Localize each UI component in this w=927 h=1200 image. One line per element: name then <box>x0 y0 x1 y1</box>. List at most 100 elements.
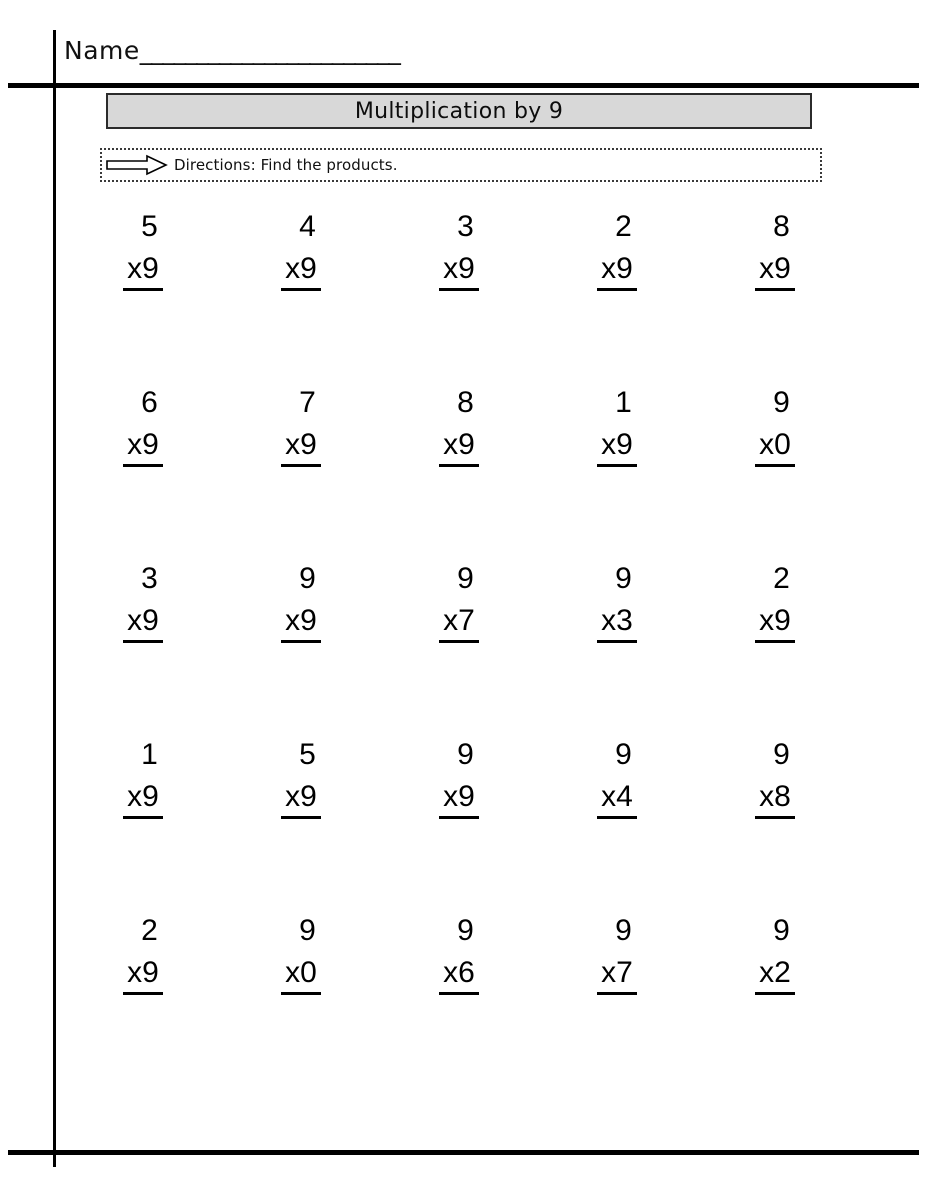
problem-expression: 3 x9 <box>439 212 479 291</box>
operand-bottom: x7 <box>439 606 479 643</box>
operand-top: 9 <box>457 914 474 947</box>
name-blank-line[interactable]: _______________________ <box>140 36 401 65</box>
operand-top: 4 <box>299 210 316 243</box>
operand-top: 9 <box>773 914 790 947</box>
operand-bottom: x9 <box>281 606 321 643</box>
problem-cell[interactable]: 9 x0 <box>696 388 854 564</box>
operand-top: 1 <box>141 738 158 771</box>
problem-cell[interactable]: 9 x7 <box>380 564 538 740</box>
top-horizontal-rule <box>8 83 919 88</box>
problem-cell[interactable]: 4 x9 <box>222 212 380 388</box>
bottom-horizontal-rule <box>8 1150 919 1155</box>
operand-bottom: x9 <box>755 254 795 291</box>
problem-expression: 1 x9 <box>123 740 163 819</box>
operand-bottom: x9 <box>123 958 163 995</box>
operand-bottom: x9 <box>123 430 163 467</box>
worksheet-page: Name _______________________ Multiplicati… <box>0 0 927 1200</box>
problem-cell[interactable]: 2 x9 <box>64 916 222 1092</box>
operand-bottom: x8 <box>755 782 795 819</box>
problem-row: 3 x9 9 x9 9 x7 9 x3 2 x9 <box>64 564 854 740</box>
operand-bottom: x9 <box>755 606 795 643</box>
problem-cell[interactable]: 9 x9 <box>222 564 380 740</box>
problems-grid: 5 x9 4 x9 3 x9 2 x9 8 x9 6 x9 7 x9 8 x9 … <box>64 212 854 1092</box>
operand-bottom: x9 <box>597 430 637 467</box>
problem-cell[interactable]: 2 x9 <box>696 564 854 740</box>
operand-bottom: x6 <box>439 958 479 995</box>
problem-cell[interactable]: 8 x9 <box>696 212 854 388</box>
problem-cell[interactable]: 9 x7 <box>538 916 696 1092</box>
problem-cell[interactable]: 5 x9 <box>222 740 380 916</box>
operand-top: 5 <box>141 210 158 243</box>
problem-cell[interactable]: 9 x3 <box>538 564 696 740</box>
operand-bottom: x7 <box>597 958 637 995</box>
problem-cell[interactable]: 9 x4 <box>538 740 696 916</box>
operand-bottom: x3 <box>597 606 637 643</box>
operand-top: 9 <box>615 738 632 771</box>
operand-top: 9 <box>299 562 316 595</box>
problem-expression: 9 x0 <box>281 916 321 995</box>
operand-top: 8 <box>457 386 474 419</box>
problem-expression: 9 x7 <box>597 916 637 995</box>
operand-top: 9 <box>457 738 474 771</box>
operand-top: 2 <box>615 210 632 243</box>
problem-cell[interactable]: 2 x9 <box>538 212 696 388</box>
problem-cell[interactable]: 6 x9 <box>64 388 222 564</box>
problem-row: 5 x9 4 x9 3 x9 2 x9 8 x9 <box>64 212 854 388</box>
problem-expression: 2 x9 <box>597 212 637 291</box>
problem-cell[interactable]: 9 x8 <box>696 740 854 916</box>
operand-bottom: x9 <box>123 254 163 291</box>
problem-expression: 3 x9 <box>123 564 163 643</box>
problem-expression: 1 x9 <box>597 388 637 467</box>
operand-top: 7 <box>299 386 316 419</box>
problem-expression: 7 x9 <box>281 388 321 467</box>
operand-top: 8 <box>773 210 790 243</box>
operand-top: 6 <box>141 386 158 419</box>
problem-cell[interactable]: 1 x9 <box>64 740 222 916</box>
problem-cell[interactable]: 8 x9 <box>380 388 538 564</box>
directions-text: Directions: Find the products. <box>174 156 398 174</box>
operand-bottom: x9 <box>597 254 637 291</box>
problem-expression: 9 x8 <box>755 740 795 819</box>
problem-expression: 6 x9 <box>123 388 163 467</box>
operand-bottom: x0 <box>281 958 321 995</box>
directions-box: Directions: Find the products. <box>100 148 822 182</box>
problem-expression: 9 x9 <box>439 740 479 819</box>
problem-row: 1 x9 5 x9 9 x9 9 x4 9 x8 <box>64 740 854 916</box>
problem-cell[interactable]: 9 x9 <box>380 740 538 916</box>
problem-cell[interactable]: 9 x2 <box>696 916 854 1092</box>
problem-expression: 2 x9 <box>755 564 795 643</box>
operand-top: 1 <box>615 386 632 419</box>
problem-cell[interactable]: 9 x0 <box>222 916 380 1092</box>
problem-row: 6 x9 7 x9 8 x9 1 x9 9 x0 <box>64 388 854 564</box>
operand-bottom: x9 <box>439 430 479 467</box>
operand-bottom: x9 <box>123 606 163 643</box>
problem-expression: 4 x9 <box>281 212 321 291</box>
operand-top: 9 <box>615 562 632 595</box>
problem-expression: 8 x9 <box>755 212 795 291</box>
name-field-row: Name _______________________ <box>64 36 401 65</box>
problem-cell[interactable]: 9 x6 <box>380 916 538 1092</box>
left-margin-line <box>53 30 56 1167</box>
problem-cell[interactable]: 1 x9 <box>538 388 696 564</box>
operand-bottom: x2 <box>755 958 795 995</box>
name-label: Name <box>64 36 140 65</box>
problem-cell[interactable]: 7 x9 <box>222 388 380 564</box>
problem-cell[interactable]: 3 x9 <box>64 564 222 740</box>
problem-expression: 9 x0 <box>755 388 795 467</box>
operand-bottom: x0 <box>755 430 795 467</box>
operand-bottom: x9 <box>439 782 479 819</box>
operand-bottom: x9 <box>281 430 321 467</box>
operand-bottom: x9 <box>281 782 321 819</box>
operand-bottom: x9 <box>281 254 321 291</box>
problem-expression: 9 x6 <box>439 916 479 995</box>
problem-row: 2 x9 9 x0 9 x6 9 x7 9 x2 <box>64 916 854 1092</box>
operand-bottom: x9 <box>123 782 163 819</box>
title-banner: Multiplication by 9 <box>106 93 812 129</box>
problem-expression: 2 x9 <box>123 916 163 995</box>
problem-expression: 5 x9 <box>281 740 321 819</box>
problem-expression: 9 x4 <box>597 740 637 819</box>
problem-cell[interactable]: 5 x9 <box>64 212 222 388</box>
problem-cell[interactable]: 3 x9 <box>380 212 538 388</box>
problem-expression: 9 x2 <box>755 916 795 995</box>
page-title: Multiplication by 9 <box>354 98 564 124</box>
